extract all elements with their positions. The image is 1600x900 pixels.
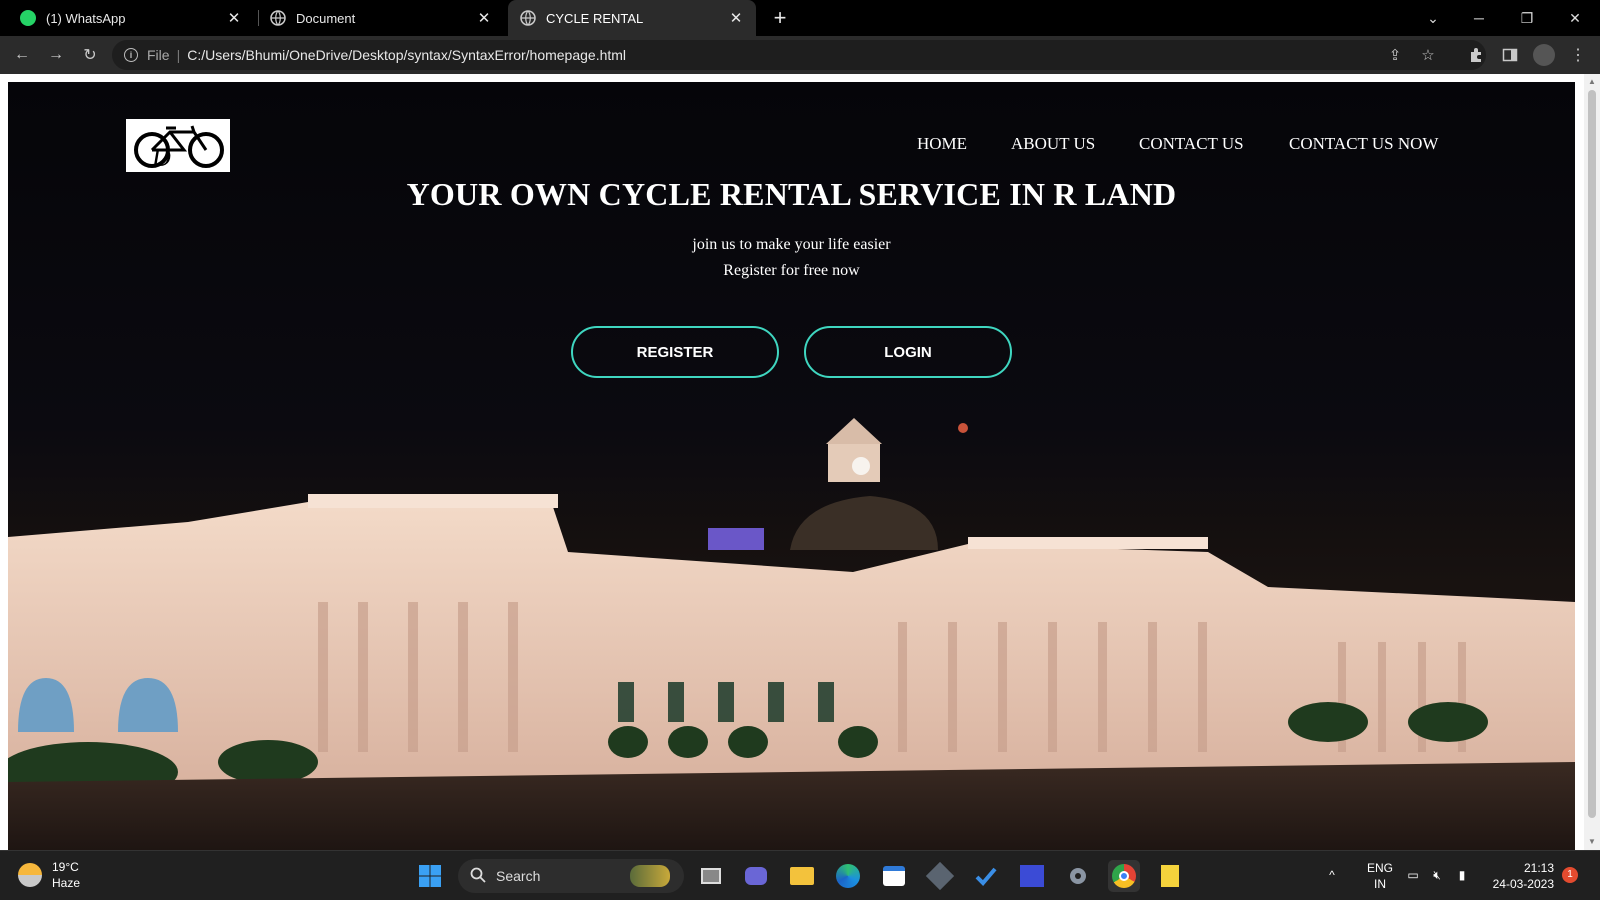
profile-avatar[interactable]: [1530, 41, 1558, 69]
tab-whatsapp[interactable]: (1) WhatsApp ✕: [8, 0, 254, 36]
clock-date: 24-03-2023: [1492, 877, 1554, 891]
tab-title: CYCLE RENTAL: [546, 10, 644, 26]
chrome-browser-icon[interactable]: [1108, 860, 1140, 892]
weather-condition: Haze: [52, 876, 81, 890]
haze-weather-icon: [18, 863, 42, 887]
weather-widget[interactable]: 19°C Haze: [18, 859, 80, 891]
nav-contact-us[interactable]: CONTACT US: [1139, 134, 1244, 154]
close-icon[interactable]: ✕: [476, 10, 492, 27]
tray-expand-icon[interactable]: ^: [1324, 867, 1340, 883]
scroll-down-arrow[interactable]: ▼: [1587, 837, 1597, 846]
hero-tagline: join us to make your life easier: [692, 236, 891, 253]
reload-button[interactable]: ↻: [76, 41, 104, 69]
svg-text:D: D: [151, 143, 171, 170]
tab-search-button[interactable]: ⌄: [1410, 0, 1456, 36]
microsoft-store-icon[interactable]: [878, 860, 910, 892]
network-icon[interactable]: ▭: [1404, 867, 1422, 883]
register-button[interactable]: REGISTER: [571, 326, 779, 378]
scroll-up-arrow[interactable]: ▲: [1587, 77, 1597, 86]
browser-toolbar: ← → ↻ i File | C:/Users/Bhumi/OneDrive/D…: [0, 36, 1600, 74]
scroll-thumb[interactable]: [1588, 90, 1596, 818]
hero-section: D HOME ABOUT US CONTACT US CONTACT US NO…: [8, 82, 1575, 850]
site-logo[interactable]: D: [126, 119, 230, 172]
info-icon[interactable]: i: [124, 48, 138, 62]
search-icon: [470, 867, 486, 886]
url-text[interactable]: C:/Users/Bhumi/OneDrive/Desktop/syntax/S…: [187, 47, 626, 63]
tab-document[interactable]: Document ✕: [258, 0, 504, 36]
minimize-button[interactable]: ─: [1456, 0, 1502, 36]
volume-muted-icon[interactable]: 🔇︎: [1428, 867, 1446, 883]
bookmark-star-icon[interactable]: ☆: [1419, 46, 1437, 64]
battery-icon[interactable]: ▮: [1452, 867, 1472, 883]
hero-cta-text: Register for free now: [723, 262, 860, 279]
close-icon[interactable]: ✕: [728, 10, 744, 27]
search-highlight-icon: [630, 865, 670, 887]
weather-temp: 19°C: [52, 860, 79, 874]
nav-about-us[interactable]: ABOUT US: [1011, 134, 1095, 154]
extensions-icon[interactable]: [1462, 41, 1490, 69]
sticky-notes-icon[interactable]: [1154, 860, 1186, 892]
address-bar[interactable]: i File | C:/Users/Bhumi/OneDrive/Desktop…: [112, 40, 1486, 70]
clock[interactable]: 21:13 24-03-2023: [1482, 860, 1554, 892]
window-close-button[interactable]: ✕: [1552, 0, 1598, 36]
language-code: ENG: [1366, 861, 1393, 875]
teams-chat-icon[interactable]: [740, 860, 772, 892]
notification-badge[interactable]: 1: [1562, 867, 1578, 883]
tab-cycle-rental[interactable]: CYCLE RENTAL ✕: [508, 0, 756, 36]
side-panel-icon[interactable]: [1496, 41, 1524, 69]
edge-browser-icon[interactable]: [832, 860, 864, 892]
tab-title: Document: [296, 10, 356, 26]
nav-contact-us-now[interactable]: CONTACT US NOW: [1289, 134, 1438, 154]
vscode-like-icon[interactable]: [1016, 860, 1048, 892]
windows-start-icon[interactable]: [414, 860, 446, 892]
taskbar-search[interactable]: Search: [458, 859, 684, 893]
address-divider: |: [176, 47, 181, 63]
nav-home[interactable]: HOME: [917, 134, 967, 154]
more-menu-icon[interactable]: ⋮: [1564, 41, 1592, 69]
search-placeholder: Search: [496, 868, 541, 884]
share-icon[interactable]: ⇪: [1386, 46, 1404, 64]
scheme-label: File: [147, 47, 170, 63]
clock-time: 21:13: [1523, 861, 1554, 875]
globe-icon: [270, 10, 286, 26]
windows-taskbar: 19°C Haze Search ^ ENG IN ▭ 🔇︎ ▮ 21:13 2…: [0, 850, 1600, 900]
whatsapp-icon: [20, 10, 36, 26]
login-button[interactable]: LOGIN: [804, 326, 1012, 378]
settings-gear-icon[interactable]: [1062, 860, 1094, 892]
tab-title: (1) WhatsApp: [46, 10, 126, 26]
restore-button[interactable]: ❐: [1504, 0, 1550, 36]
task-view-icon[interactable]: [695, 860, 727, 892]
forward-button[interactable]: →: [42, 41, 70, 69]
language-indicator[interactable]: ENG IN: [1360, 860, 1400, 892]
tab-strip: (1) WhatsApp ✕ Document ✕ CYCLE RENTAL ✕…: [0, 0, 1600, 36]
hero-title: YOUR OWN CYCLE RENTAL SERVICE IN R LAND: [406, 176, 1177, 212]
close-icon[interactable]: ✕: [226, 10, 242, 27]
file-explorer-icon[interactable]: [786, 860, 818, 892]
new-tab-button[interactable]: +: [767, 5, 793, 31]
globe-icon: [520, 10, 536, 26]
page-scrollbar[interactable]: ▲ ▼: [1584, 74, 1600, 850]
todo-check-icon[interactable]: [970, 860, 1002, 892]
back-button[interactable]: ←: [8, 41, 36, 69]
page-viewport: D HOME ABOUT US CONTACT US CONTACT US NO…: [0, 74, 1600, 850]
bicycle-logo-icon: D: [134, 125, 224, 170]
app-cube-icon[interactable]: [924, 860, 956, 892]
region-code: IN: [1374, 877, 1386, 891]
